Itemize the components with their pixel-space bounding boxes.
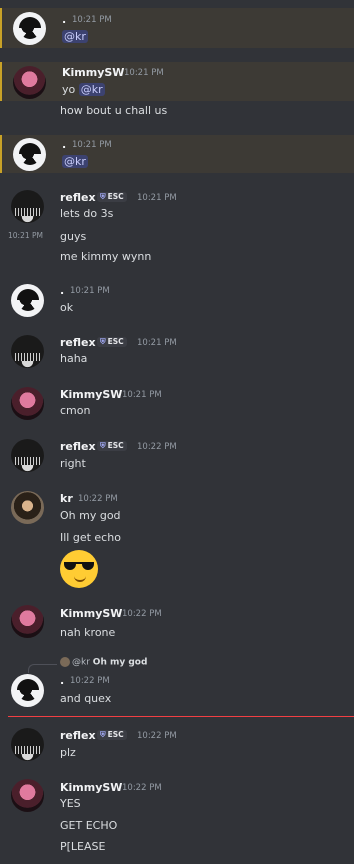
user-avatar[interactable] [11, 728, 44, 761]
username[interactable]: . [62, 13, 66, 26]
message[interactable]: reflex ⛨ ESC 10:21 PM lets do 3s 10:21 PM… [0, 187, 354, 267]
username[interactable]: KimmySW [60, 607, 122, 620]
user-avatar[interactable] [11, 284, 44, 317]
username[interactable]: reflex [60, 191, 96, 204]
new-messages-divider [8, 716, 354, 717]
user-avatar[interactable] [11, 190, 44, 223]
timestamp: 10:21 PM [122, 390, 162, 400]
message-text: GET ECHO [60, 819, 118, 832]
message[interactable]: kr 10:22 PM Oh my god Ill get echo [0, 490, 354, 590]
reply-user[interactable]: @kr [72, 658, 90, 668]
message-text: me kimmy wynn [60, 250, 152, 263]
server-tag[interactable]: ⛨ ESC [97, 730, 127, 740]
message-text: nah krone [60, 626, 116, 639]
server-tag[interactable]: ⛨ ESC [97, 337, 127, 347]
user-mention[interactable]: @kr [62, 30, 88, 43]
username[interactable]: reflex [60, 336, 96, 349]
message[interactable]: KimmySW 10:21 PM yo @kr [0, 62, 354, 101]
user-avatar[interactable] [11, 335, 44, 368]
timestamp: 10:22 PM [122, 609, 162, 619]
user-avatar[interactable] [13, 138, 46, 171]
message-text: Oh my god [60, 509, 121, 522]
message[interactable]: reflex ⛨ ESC 10:21 PM haha [0, 334, 354, 374]
timestamp: 10:22 PM [137, 442, 177, 452]
message-text: Ill get echo [60, 531, 121, 544]
username[interactable]: kr [60, 492, 73, 505]
timestamp: 10:21 PM [70, 286, 110, 296]
username[interactable]: KimmySW [62, 66, 124, 79]
message-text: @kr [62, 155, 88, 168]
username[interactable]: . [60, 674, 64, 687]
user-mention[interactable]: @kr [62, 155, 88, 168]
timestamp: 10:21 PM [72, 140, 112, 150]
timestamp: 10:21 PM [124, 68, 164, 78]
username[interactable]: KimmySW [60, 781, 122, 794]
reply-preview[interactable]: @kr Oh my god [60, 657, 147, 668]
message[interactable]: . 10:21 PM @kr [0, 135, 354, 173]
user-avatar[interactable] [11, 674, 44, 707]
server-tag[interactable]: ⛨ ESC [97, 192, 127, 202]
message-text: P[LEASE [60, 840, 106, 853]
shield-icon: ⛨ [100, 730, 106, 739]
timestamp: 10:22 PM [78, 494, 118, 504]
message-text: how bout u chall us [60, 104, 168, 117]
message[interactable]: KimmySW 10:21 PM cmon [0, 386, 354, 426]
user-avatar[interactable] [11, 605, 44, 638]
user-avatar[interactable] [11, 491, 44, 524]
timestamp: 10:21 PM [137, 338, 177, 348]
timestamp: 10:22 PM [137, 731, 177, 741]
server-tag[interactable]: ⛨ ESC [97, 441, 127, 451]
message[interactable]: . 10:22 PM and quex [0, 672, 354, 708]
reply-text: Oh my god [92, 657, 148, 668]
message-text: YES [60, 797, 81, 810]
message-text: cmon [60, 404, 91, 417]
message-text: and quex [60, 692, 112, 705]
username[interactable]: . [60, 284, 64, 297]
message-text: yo @kr [62, 83, 105, 96]
user-avatar[interactable] [11, 779, 44, 812]
message-text: @kr [62, 30, 88, 43]
message-text: right [60, 457, 86, 470]
message[interactable]: . 10:21 PM @kr [0, 8, 354, 48]
user-avatar[interactable] [13, 66, 46, 99]
timestamp: 10:21 PM [137, 193, 177, 203]
timestamp: 10:22 PM [122, 783, 162, 793]
message[interactable]: . 10:21 PM ok [0, 283, 354, 323]
message-text: plz [60, 746, 76, 759]
user-avatar[interactable] [11, 387, 44, 420]
message[interactable]: reflex ⛨ ESC 10:22 PM plz [0, 726, 354, 766]
sunglasses-emoji-icon[interactable] [60, 550, 98, 588]
message-text: guys [60, 230, 87, 243]
message-text: lets do 3s [60, 207, 114, 220]
shield-icon: ⛨ [100, 192, 106, 201]
message-continuation[interactable]: how bout u chall us [0, 101, 354, 121]
username[interactable]: reflex [60, 729, 96, 742]
username[interactable]: . [62, 138, 66, 151]
timestamp: 10:21 PM [72, 15, 112, 25]
message[interactable]: KimmySW 10:22 PM nah krone [0, 604, 354, 644]
user-avatar[interactable] [13, 12, 46, 45]
message-text: haha [60, 352, 88, 365]
timestamp: 10:22 PM [70, 676, 110, 686]
user-mention[interactable]: @kr [78, 83, 105, 96]
reply-avatar [60, 657, 70, 667]
message[interactable]: reflex ⛨ ESC 10:22 PM right [0, 438, 354, 478]
shield-icon: ⛨ [100, 441, 106, 450]
user-avatar[interactable] [11, 439, 44, 472]
message-text: ok [60, 301, 74, 314]
username[interactable]: KimmySW [60, 388, 122, 401]
shield-icon: ⛨ [100, 337, 106, 346]
message[interactable]: KimmySW 10:22 PM YES GET ECHO P[LEASE [0, 778, 354, 858]
hover-timestamp: 10:21 PM [8, 231, 43, 240]
username[interactable]: reflex [60, 440, 96, 453]
